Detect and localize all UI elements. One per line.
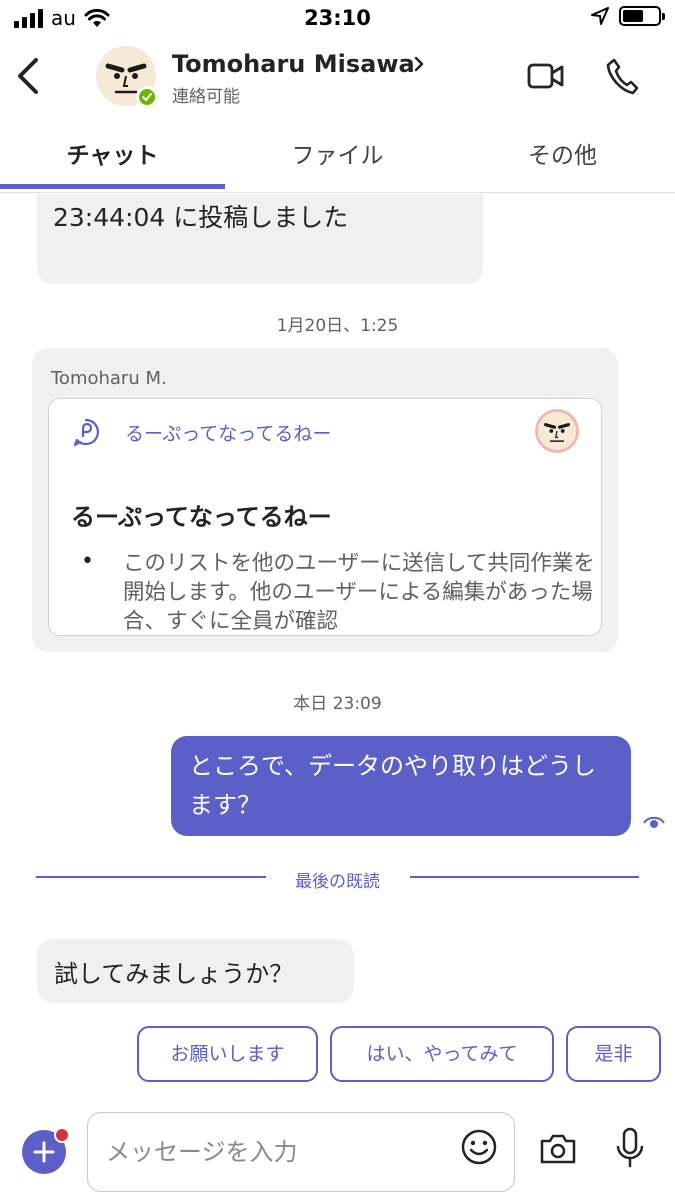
emoji-icon[interactable] <box>460 1128 498 1166</box>
tab-more[interactable]: その他 <box>450 136 675 170</box>
loop-card[interactable]: るーぷってなってるねー るーぷってなってるねー • このリストを他のユーザーに送… <box>48 398 602 636</box>
chat-header: Tomoharu Misawa 連絡可能 <box>0 38 675 118</box>
clock: 23:10 <box>304 6 371 30</box>
suggested-reply-chip[interactable]: はい、やってみて <box>330 1026 554 1082</box>
loop-icon <box>73 418 100 447</box>
timestamp-separator: 1月20日、1:25 <box>276 316 399 336</box>
contact-name[interactable]: Tomoharu Misawa <box>172 50 415 78</box>
last-read-divider-right <box>410 876 639 878</box>
battery-icon <box>619 6 665 26</box>
loop-card-app-label[interactable]: るーぷってなってるねー <box>125 419 331 446</box>
video-call-button[interactable] <box>526 58 566 94</box>
compose-bar <box>0 1104 675 1200</box>
message-input-container[interactable] <box>87 1112 515 1192</box>
message-text: 23:44:04 に投稿しました <box>53 203 349 232</box>
camera-icon[interactable] <box>538 1132 578 1166</box>
contact-status: 連絡可能 <box>172 87 240 107</box>
bullet-marker: • <box>81 549 94 574</box>
active-tab-indicator <box>0 184 225 189</box>
incoming-message-bubble[interactable]: 23:44:04 に投稿しました <box>37 194 483 284</box>
suggested-reply-chip[interactable]: お願いします <box>137 1026 318 1082</box>
tab-bar: チャット ファイル その他 <box>0 118 675 193</box>
avatar-face-icon <box>538 412 576 450</box>
last-read-label: 最後の既読 <box>295 872 380 892</box>
video-camera-icon <box>527 63 564 89</box>
incoming-message-bubble[interactable]: 試してみましょうか？ <box>37 939 354 1003</box>
loop-card-text: このリストを他のユーザーに送信して共同作業を開始します。他のユーザーによる編集が… <box>123 551 595 634</box>
presence-available-badge <box>136 86 158 108</box>
back-button[interactable] <box>10 54 46 98</box>
outgoing-message-bubble[interactable]: ところで、データのやり取りはどうします？ <box>171 736 631 836</box>
chat-messages[interactable]: 23:44:04 に投稿しました 1月20日、1:25 Tomoharu M. … <box>0 194 675 1104</box>
check-icon <box>142 93 152 102</box>
audio-call-button[interactable] <box>604 56 640 96</box>
notification-dot <box>54 1127 70 1143</box>
location-arrow-icon <box>591 7 609 25</box>
loop-card-message[interactable]: Tomoharu M. るーぷってなってるねー るーぷってなってるねー • この… <box>32 348 618 652</box>
tab-files[interactable]: ファイル <box>225 136 450 170</box>
status-right <box>591 6 665 26</box>
suggested-reply-chip[interactable]: 是非 <box>566 1026 661 1082</box>
sender-name: Tomoharu M. <box>51 368 167 389</box>
message-input[interactable] <box>106 1135 446 1169</box>
chevron-left-icon <box>18 58 38 94</box>
chevron-right-icon[interactable] <box>412 54 426 74</box>
tab-chat[interactable]: チャット <box>0 136 225 170</box>
status-bar: au 23:10 <box>0 0 675 38</box>
microphone-icon[interactable] <box>614 1126 646 1170</box>
contact-avatar[interactable] <box>96 46 158 108</box>
loop-card-title: るーぷってなってるねー <box>71 503 332 531</box>
eye-icon <box>643 816 665 828</box>
message-text: 試してみましょうか？ <box>54 960 294 988</box>
timestamp-separator: 本日 23:09 <box>293 694 382 714</box>
phone-icon <box>606 58 639 95</box>
card-author-avatar <box>535 409 579 453</box>
